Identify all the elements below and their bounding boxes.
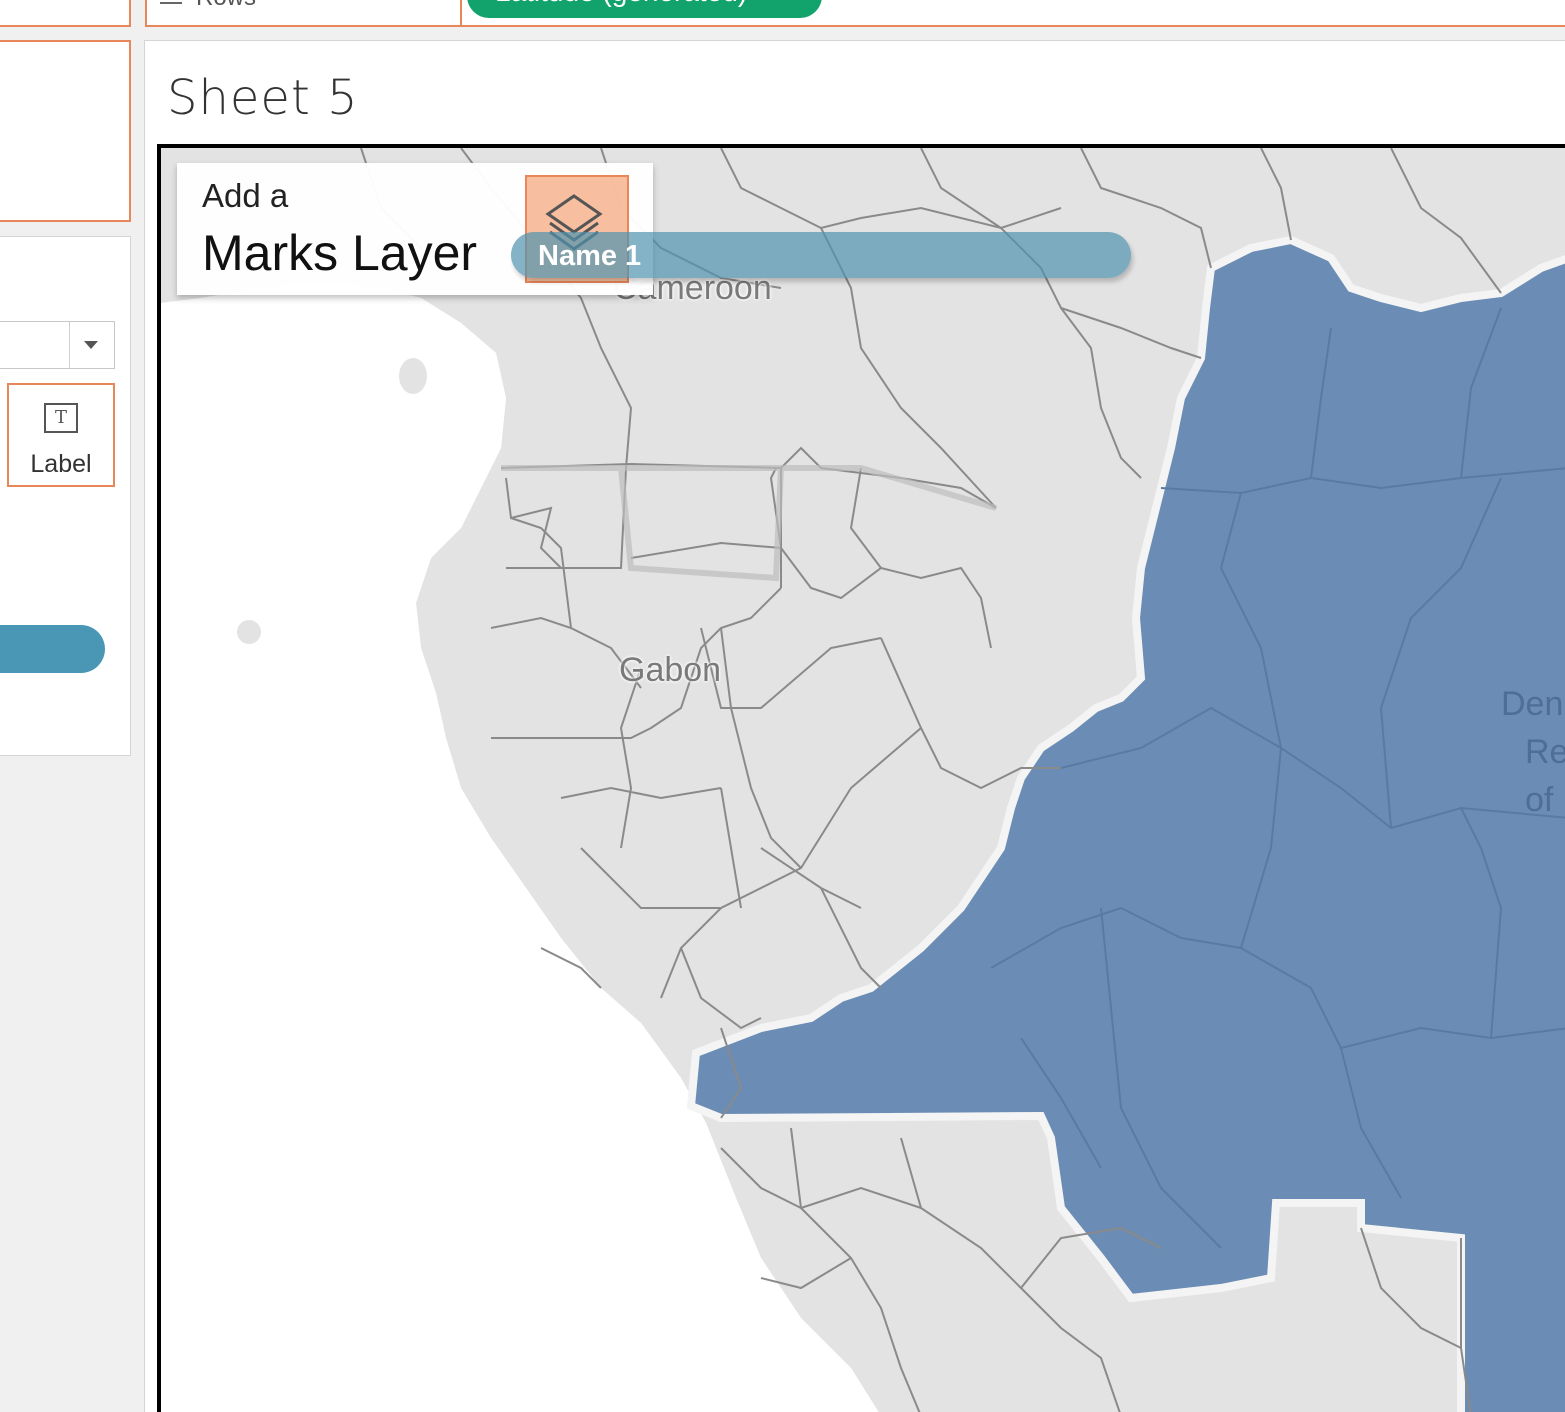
label-button-text: Label (30, 450, 92, 478)
chevron-down-icon[interactable] (84, 341, 98, 349)
rows-shelf-label-box (145, 0, 462, 27)
map-view[interactable]: Cameroon Gabon Den Re of (157, 144, 1565, 1412)
map-label-gabon: Gabon (619, 651, 722, 689)
dragged-name-pill[interactable]: Name 1 (511, 232, 1131, 278)
filters-card[interactable] (0, 40, 131, 222)
island-sao-tome (237, 620, 261, 644)
map-label-drc-1: Den (1501, 685, 1564, 723)
marks-layer-text: Marks Layer (202, 225, 478, 281)
rows-shelf-label: Rows (196, 0, 256, 12)
map-label-drc-3: of (1525, 781, 1554, 819)
marks-field-pill[interactable] (0, 625, 105, 673)
dropdown-divider (69, 322, 70, 368)
text-label-icon: T (44, 403, 78, 433)
rows-icon (160, 0, 182, 4)
latitude-pill[interactable]: Latitude (generated) (467, 0, 822, 18)
map-canvas[interactable] (161, 148, 1565, 1412)
marks-card (0, 236, 131, 756)
map-label-drc-2: Re (1525, 733, 1565, 771)
left-top-strip (0, 0, 131, 27)
island-bioko (399, 358, 427, 394)
add-a-text: Add a (202, 177, 289, 214)
sheet-title[interactable]: Sheet 5 (167, 70, 359, 126)
